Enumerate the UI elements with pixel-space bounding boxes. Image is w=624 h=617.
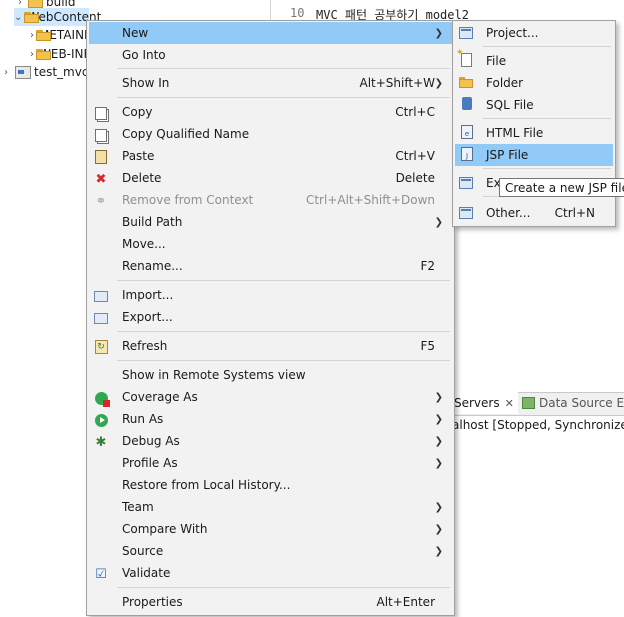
- menu-separator: [483, 46, 611, 47]
- menu-item-run-as[interactable]: Run As ❯: [89, 408, 452, 430]
- jsp-file-icon: J: [459, 147, 475, 163]
- tree-item-meta-inf[interactable]: › METAINF: [30, 26, 86, 44]
- export-icon: [93, 310, 109, 326]
- menu-separator: [117, 331, 450, 332]
- menu-item-export[interactable]: Export...: [89, 306, 452, 328]
- menu-item-show-remote-systems[interactable]: Show in Remote Systems view: [89, 364, 452, 386]
- submenu-item-other[interactable]: Other... Ctrl+N: [455, 202, 613, 224]
- copy-qualified-name-icon: [93, 127, 109, 143]
- remove-context-icon: ⚭: [95, 193, 107, 209]
- new-folder-icon: [459, 75, 475, 91]
- tab-servers[interactable]: Servers ✕: [452, 392, 518, 414]
- chevron-right-icon[interactable]: ›: [30, 49, 34, 60]
- tab-label: Servers: [454, 396, 500, 410]
- example-icon: [459, 175, 475, 191]
- submenu-item-html-file[interactable]: e HTML File: [455, 122, 613, 144]
- menu-separator: [483, 118, 611, 119]
- tree-item-webcontent[interactable]: ⌄ WebContent: [14, 8, 101, 26]
- chevron-right-icon[interactable]: ›: [0, 67, 12, 78]
- submenu-arrow-icon: ❯: [434, 457, 443, 469]
- chevron-down-icon[interactable]: ⌄: [14, 12, 22, 23]
- menu-item-properties[interactable]: Properties Alt+Enter: [89, 591, 452, 613]
- menu-item-profile-as[interactable]: Profile As ❯: [89, 452, 452, 474]
- menu-item-paste[interactable]: Paste Ctrl+V: [89, 145, 452, 167]
- validate-check-icon: ☑: [95, 566, 107, 582]
- menu-item-refresh[interactable]: ↻ Refresh F5: [89, 335, 452, 357]
- html-file-icon: e: [459, 125, 475, 141]
- menu-item-coverage-as[interactable]: Coverage As ❯: [89, 386, 452, 408]
- menu-item-team[interactable]: Team ❯: [89, 496, 452, 518]
- submenu-arrow-icon: ❯: [434, 216, 443, 228]
- menu-item-go-into[interactable]: Go Into: [89, 44, 452, 66]
- tab-data-source-explorer[interactable]: Data Source Ex: [522, 392, 624, 414]
- submenu-item-file[interactable]: File: [455, 48, 613, 72]
- menu-item-show-in[interactable]: Show In Alt+Shift+W ❯: [89, 72, 452, 94]
- submenu-arrow-icon: ❯: [434, 435, 443, 447]
- project-icon: [15, 65, 31, 79]
- tab-label: Data Source Ex: [539, 396, 624, 410]
- submenu-arrow-icon: ❯: [434, 545, 443, 557]
- submenu-arrow-icon: ❯: [434, 27, 443, 39]
- submenu-item-project[interactable]: Project...: [455, 22, 613, 44]
- menu-item-import[interactable]: Import...: [89, 284, 452, 306]
- menu-item-rename[interactable]: Rename... F2: [89, 255, 452, 277]
- menu-item-build-path[interactable]: Build Path ❯: [89, 211, 452, 233]
- copy-icon: [93, 105, 109, 121]
- submenu-arrow-icon: ❯: [434, 501, 443, 513]
- menu-separator: [117, 68, 450, 69]
- menu-separator: [117, 360, 450, 361]
- menu-item-delete[interactable]: ✖ Delete Delete: [89, 167, 452, 189]
- menu-item-compare-with[interactable]: Compare With ❯: [89, 518, 452, 540]
- tree-item-test-mvc[interactable]: › test_mvc: [0, 63, 88, 81]
- menu-item-source[interactable]: Source ❯: [89, 540, 452, 562]
- run-icon: [93, 412, 109, 428]
- chevron-right-icon[interactable]: ›: [30, 30, 34, 41]
- menu-item-validate[interactable]: ☑ Validate: [89, 562, 452, 584]
- menu-separator: [117, 587, 450, 588]
- menu-item-debug-as[interactable]: ✱ Debug As ❯: [89, 430, 452, 452]
- server-status-row[interactable]: alhost [Stopped, Synchronized: [452, 418, 624, 432]
- submenu-item-sql-file[interactable]: SQL File: [455, 94, 613, 116]
- submenu-arrow-icon: ❯: [434, 523, 443, 535]
- data-source-icon: [522, 397, 535, 409]
- menu-separator: [483, 168, 611, 169]
- folder-icon: [28, 0, 43, 8]
- coverage-icon: [93, 390, 110, 407]
- submenu-arrow-icon: ❯: [434, 413, 443, 425]
- line-number: 10: [290, 6, 305, 20]
- import-icon: [93, 288, 109, 304]
- submenu-item-jsp-file[interactable]: J JSP File: [455, 144, 613, 166]
- menu-item-new[interactable]: New ❯: [89, 22, 452, 44]
- paste-icon: [93, 149, 109, 165]
- new-project-icon: [459, 25, 475, 41]
- menu-separator: [117, 97, 450, 98]
- context-menu: New ❯ Go Into Show In Alt+Shift+W ❯ Copy…: [86, 20, 455, 616]
- menu-item-move[interactable]: Move...: [89, 233, 452, 255]
- submenu-arrow-icon: ❯: [434, 391, 443, 403]
- tree-item-label: test_mvc: [34, 65, 89, 79]
- submenu-arrow-icon: ❯: [434, 77, 443, 89]
- menu-item-restore-local-history[interactable]: Restore from Local History...: [89, 474, 452, 496]
- submenu-item-folder[interactable]: Folder: [455, 72, 613, 94]
- refresh-icon: ↻: [93, 339, 109, 355]
- other-wizard-icon: [459, 205, 475, 221]
- close-icon[interactable]: ✕: [505, 397, 514, 410]
- new-file-icon: [456, 48, 475, 69]
- tree-item-web-inf[interactable]: › WEB-INF: [30, 45, 86, 63]
- sql-file-icon: [459, 97, 475, 113]
- menu-item-copy-qualified-name[interactable]: Copy Qualified Name: [89, 123, 452, 145]
- delete-icon: ✖: [95, 171, 107, 187]
- menu-item-copy[interactable]: Copy Ctrl+C: [89, 101, 452, 123]
- expand-arrow-icon[interactable]: ›: [14, 0, 26, 8]
- tooltip: Create a new JSP file: [499, 178, 624, 197]
- tooltip-text: Create a new JSP file: [505, 180, 624, 195]
- menu-separator: [117, 280, 450, 281]
- debug-bug-icon: ✱: [95, 434, 107, 450]
- menu-item-remove-from-context: ⚭ Remove from Context Ctrl+Alt+Shift+Dow…: [89, 189, 452, 211]
